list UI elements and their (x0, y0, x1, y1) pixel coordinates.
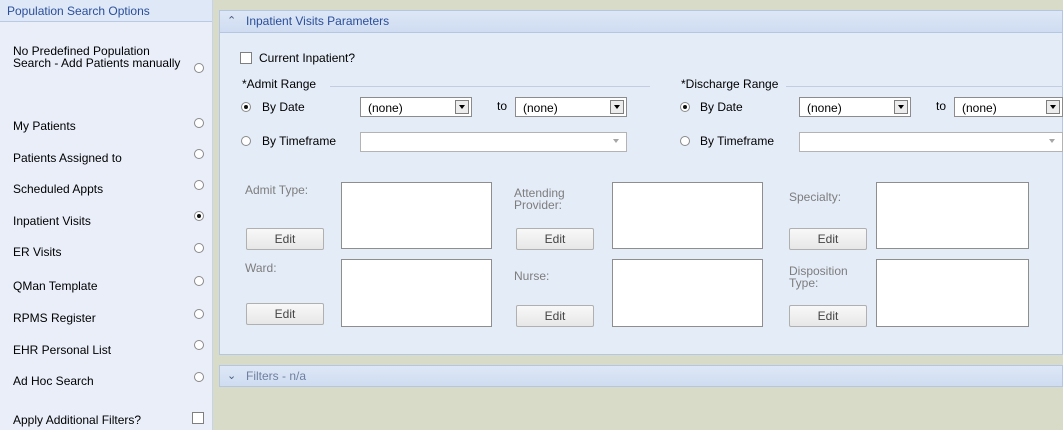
admit-from-dropdown-icon[interactable] (455, 100, 469, 114)
discharge-range-title: *Discharge Range (681, 77, 779, 91)
admit-from-date-combo[interactable]: (none) (360, 97, 472, 117)
specialty-listbox[interactable] (876, 182, 1029, 249)
admit-by-timeframe-radio[interactable] (241, 136, 251, 146)
current-inpatient-label: Current Inpatient? (259, 51, 356, 65)
admit-range-title: *Admit Range (242, 77, 317, 91)
discharge-to-dropdown-icon[interactable] (1046, 100, 1060, 114)
option-ad-hoc-search-radio[interactable] (194, 372, 204, 382)
discharge-to-date-value: (none) (962, 101, 997, 115)
inpatient-visits-parameters-title: Inpatient Visits Parameters (246, 14, 390, 28)
admit-from-date-value: (none) (368, 101, 403, 115)
discharge-from-date-value: (none) (807, 101, 842, 115)
disposition-type-label-line2: Type: (789, 276, 819, 290)
expand-chevron-icon[interactable]: ⌄ (227, 366, 236, 387)
option-qman-template-radio[interactable] (194, 276, 204, 286)
admit-type-listbox[interactable] (341, 182, 492, 249)
option-er-visits-label: ER Visits (13, 245, 62, 259)
ward-label: Ward: (245, 261, 277, 275)
admit-by-date-label: By Date (262, 100, 305, 114)
attending-provider-edit-button[interactable]: Edit (516, 228, 594, 250)
option-patients-assigned-to-radio[interactable] (194, 149, 204, 159)
ward-listbox[interactable] (341, 259, 492, 327)
option-scheduled-appts-radio[interactable] (194, 180, 204, 190)
option-er-visits-radio[interactable] (194, 243, 204, 253)
option-rpms-register-label: RPMS Register (13, 311, 96, 325)
admit-type-edit-button[interactable]: Edit (246, 228, 324, 250)
specialty-edit-button[interactable]: Edit (789, 228, 867, 250)
disposition-type-edit-button[interactable]: Edit (789, 305, 867, 327)
discharge-by-timeframe-radio[interactable] (680, 136, 690, 146)
specialty-label: Specialty: (789, 190, 842, 204)
filters-title: Filters - n/a (246, 369, 307, 383)
admit-timeframe-dropdown-icon[interactable] (610, 135, 624, 149)
option-ehr-personal-list-label: EHR Personal List (13, 343, 112, 357)
option-qman-template-label: QMan Template (13, 279, 98, 293)
admit-to-date-value: (none) (523, 101, 558, 115)
admit-timeframe-combo[interactable] (360, 132, 627, 152)
admit-to-date-combo[interactable]: (none) (515, 97, 627, 117)
option-ad-hoc-search-label: Ad Hoc Search (13, 374, 94, 388)
admit-type-label: Admit Type: (245, 183, 309, 197)
option-no-predefined-population-radio[interactable] (194, 63, 204, 73)
option-patients-assigned-to-label: Patients Assigned to (13, 151, 122, 165)
option-my-patients-radio[interactable] (194, 118, 204, 128)
option-rpms-register-radio[interactable] (194, 309, 204, 319)
discharge-timeframe-combo[interactable] (799, 132, 1063, 152)
discharge-from-date-combo[interactable]: (none) (799, 97, 911, 117)
discharge-timeframe-dropdown-icon[interactable] (1046, 135, 1060, 149)
current-inpatient-checkbox[interactable] (240, 52, 252, 64)
option-inpatient-visits-radio[interactable] (194, 211, 204, 221)
admit-to-dropdown-icon[interactable] (610, 100, 624, 114)
discharge-by-date-radio[interactable] (680, 102, 690, 112)
option-inpatient-visits-label: Inpatient Visits (13, 214, 91, 228)
disposition-type-listbox[interactable] (876, 259, 1029, 327)
option-my-patients-label: My Patients (13, 119, 76, 133)
option-no-predefined-population-label: No Predefined Population Search - Add Pa… (13, 44, 181, 70)
apply-additional-filters-checkbox[interactable] (192, 412, 204, 424)
nurse-label: Nurse: (514, 269, 550, 283)
inpatient-visits-parameters-header[interactable]: ⌃ Inpatient Visits Parameters (219, 10, 1063, 33)
admit-by-date-radio[interactable] (241, 102, 251, 112)
attending-provider-listbox[interactable] (612, 182, 763, 249)
nurse-edit-button[interactable]: Edit (516, 305, 594, 327)
option-ehr-personal-list-radio[interactable] (194, 340, 204, 350)
discharge-range-group-line (786, 86, 1063, 87)
discharge-by-timeframe-label: By Timeframe (700, 134, 775, 148)
option-scheduled-appts-label: Scheduled Appts (13, 182, 104, 196)
nurse-listbox[interactable] (612, 259, 763, 327)
ward-edit-button[interactable]: Edit (246, 303, 324, 325)
discharge-to-label: to (936, 99, 947, 113)
admit-to-label: to (497, 99, 508, 113)
apply-additional-filters-label: Apply Additional Filters? (13, 413, 142, 427)
attending-provider-label-line2: Provider: (514, 198, 563, 212)
population-search-options-header: Population Search Options (0, 0, 212, 22)
filters-header[interactable]: ⌄ Filters - n/a (219, 365, 1063, 387)
discharge-to-date-combo[interactable]: (none) (954, 97, 1063, 117)
collapse-chevron-icon[interactable]: ⌃ (227, 11, 236, 32)
discharge-from-dropdown-icon[interactable] (894, 100, 908, 114)
admit-range-group-line (330, 86, 650, 87)
admit-by-timeframe-label: By Timeframe (262, 134, 337, 148)
discharge-by-date-label: By Date (700, 100, 743, 114)
